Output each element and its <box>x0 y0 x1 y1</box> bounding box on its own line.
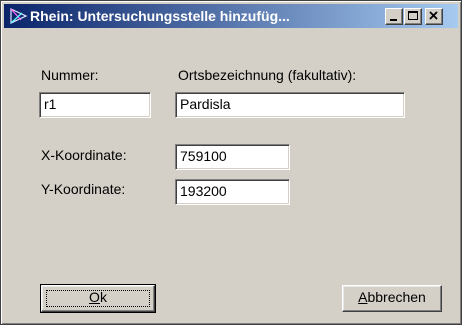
x-koordinate-field[interactable]: 759100 <box>175 144 290 170</box>
maximize-icon <box>408 11 418 20</box>
window-title: Rhein: Untersuchungsstelle hinzufüg... <box>30 8 290 24</box>
ok-button[interactable]: Ok <box>40 284 156 313</box>
x-koordinate-label: X-Koordinate: <box>41 147 127 163</box>
maximize-button[interactable] <box>404 8 422 25</box>
y-koordinate-label: Y-Koordinate: <box>41 181 126 197</box>
dialog-window: Rhein: Untersuchungsstelle hinzufüg... N… <box>0 0 462 325</box>
ortsbezeichnung-label: Ortsbezeichnung (fakultativ): <box>178 67 357 83</box>
minimize-icon <box>390 19 397 21</box>
close-button[interactable] <box>425 8 443 25</box>
app-icon <box>10 8 28 24</box>
ok-button-label: Ok <box>89 289 107 305</box>
title-bar[interactable]: Rhein: Untersuchungsstelle hinzufüg... <box>4 4 458 28</box>
cancel-button-label: Abbrechen <box>358 289 426 305</box>
close-icon <box>429 11 438 20</box>
ortsbezeichnung-field[interactable]: Pardisla <box>175 92 405 118</box>
nummer-label: Nummer: <box>41 67 99 83</box>
cancel-button[interactable]: Abbrechen <box>342 285 442 312</box>
nummer-field[interactable]: r1 <box>39 92 151 118</box>
y-koordinate-field[interactable]: 193200 <box>175 179 290 205</box>
minimize-button[interactable] <box>385 8 403 25</box>
